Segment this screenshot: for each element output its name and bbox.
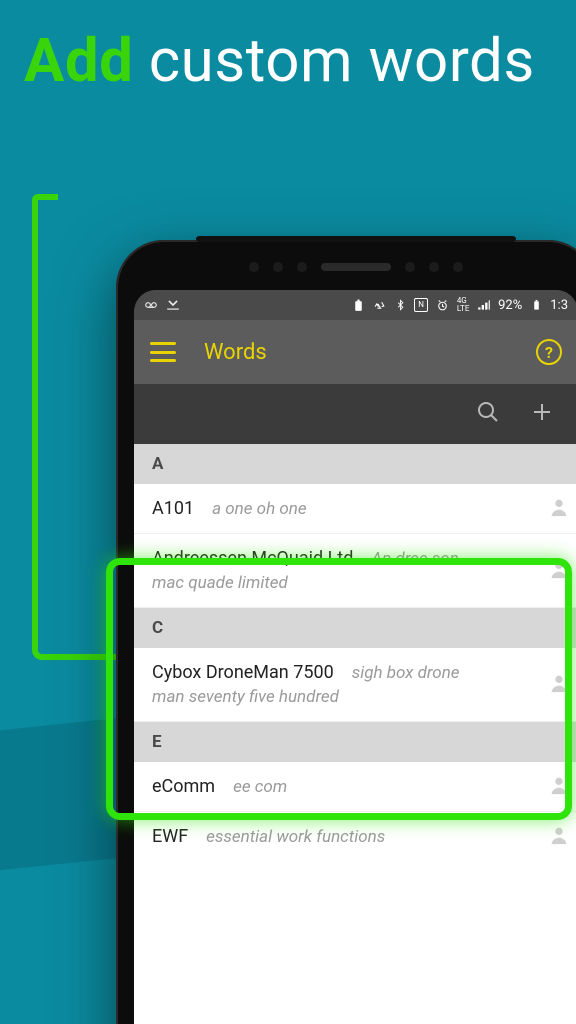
promo-rest: custom words — [133, 25, 534, 96]
nfc-icon: N — [414, 298, 428, 312]
person-icon — [548, 672, 570, 698]
pronunciation-text: An dree son — [371, 549, 458, 569]
alarm-icon — [435, 298, 449, 312]
word-text: Cybox DroneMan 7500 — [152, 662, 334, 683]
section-header: E — [134, 722, 576, 762]
appbar-title: Words — [204, 340, 508, 365]
phone-sensors — [116, 262, 576, 272]
status-time: 1:3 — [550, 298, 568, 313]
missed-call-icon — [166, 298, 180, 312]
person-icon — [548, 558, 570, 584]
status-left-icons — [144, 298, 180, 312]
pronunciation-text: sigh box drone — [352, 663, 460, 683]
promo-accent: Add — [24, 25, 133, 96]
person-icon — [548, 824, 570, 850]
voicemail-icon — [144, 298, 158, 312]
battery-saver-icon — [351, 298, 365, 312]
list-item[interactable]: Cybox DroneMan 7500 sigh box drone man s… — [134, 648, 576, 722]
signal-icon — [477, 298, 491, 312]
battery-percent: 92% — [498, 298, 522, 313]
battery-icon — [529, 298, 543, 312]
status-bar: N 4GLTE 92% 1:3 — [134, 290, 576, 320]
add-icon[interactable] — [530, 400, 554, 428]
bluetooth-icon — [393, 298, 407, 312]
list-item[interactable]: Andreessen McQuaid Ltd An dree son mac q… — [134, 534, 576, 608]
action-bar — [134, 384, 576, 444]
recycle-icon — [372, 298, 386, 312]
section-header: A — [134, 444, 576, 484]
word-text: EWF — [152, 826, 188, 847]
data-icon: 4GLTE — [456, 298, 470, 312]
person-icon — [548, 774, 570, 800]
list-item[interactable]: eComm ee com — [134, 762, 576, 812]
person-icon — [548, 496, 570, 522]
promo-headline: Add custom words — [24, 28, 535, 94]
pronunciation-text: essential work functions — [206, 827, 385, 847]
section-header: C — [134, 608, 576, 648]
word-text: Andreessen McQuaid Ltd — [152, 548, 353, 569]
words-list[interactable]: A A101 a one oh one Andreessen McQuaid L… — [134, 444, 576, 1024]
phone-frame: N 4GLTE 92% 1:3 Words ? — [116, 240, 576, 1024]
pronunciation-text: ee com — [233, 777, 287, 797]
pronunciation-text-2: man seventy five hundred — [152, 687, 534, 707]
list-item[interactable]: A101 a one oh one — [134, 484, 576, 534]
status-right-icons: N 4GLTE 92% 1:3 — [351, 298, 568, 313]
app-bar: Words ? — [134, 320, 576, 384]
connector-line — [32, 200, 117, 660]
list-item[interactable]: EWF essential work functions — [134, 812, 576, 861]
phone-screen: N 4GLTE 92% 1:3 Words ? — [134, 290, 576, 1024]
search-icon[interactable] — [476, 400, 500, 428]
menu-icon[interactable] — [150, 342, 176, 362]
pronunciation-text: a one oh one — [212, 499, 307, 519]
pronunciation-text-2: mac quade limited — [152, 573, 534, 593]
word-text: A101 — [152, 498, 194, 519]
word-text: eComm — [152, 776, 215, 797]
help-icon[interactable]: ? — [536, 339, 562, 365]
